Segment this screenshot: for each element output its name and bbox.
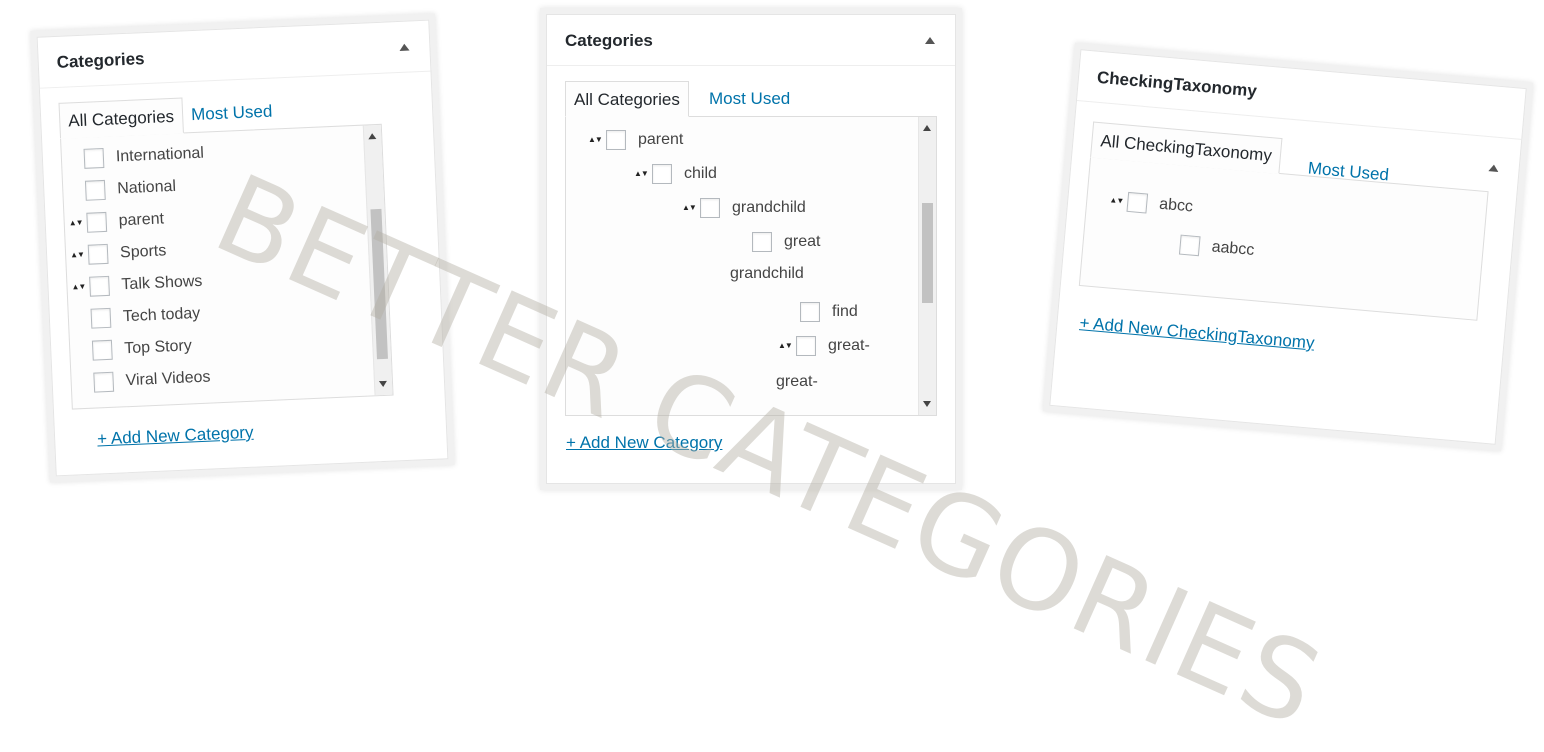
middle-categories-card: Categories All Categories Most Used ▲▼ pa… bbox=[540, 8, 962, 490]
checkbox[interactable] bbox=[93, 371, 115, 393]
list-item: aabcc bbox=[1178, 232, 1256, 264]
list-item: Top Story bbox=[91, 333, 193, 363]
add-new-category-link[interactable]: + Add New Category bbox=[566, 433, 722, 453]
taxonomy-checklist: ▲▼ abcc aabcc bbox=[1078, 156, 1489, 321]
checkbox[interactable] bbox=[86, 211, 108, 233]
item-label: abcc bbox=[1158, 195, 1194, 216]
tab-all-categories[interactable]: All Categories bbox=[565, 81, 689, 117]
checkbox[interactable] bbox=[752, 232, 772, 252]
list-item: National bbox=[84, 174, 177, 204]
expand-arrows-icon[interactable]: ▲▼ bbox=[70, 250, 88, 260]
item-label: great- bbox=[828, 337, 870, 354]
list-item: ▲▼ abcc bbox=[1108, 187, 1194, 220]
collapse-toggle-icon[interactable] bbox=[1488, 164, 1499, 173]
categories-metabox: Categories All Categories Most Used ▲▼ pa… bbox=[546, 14, 956, 484]
expand-arrows-icon[interactable]: ▲▼ bbox=[69, 218, 87, 228]
scrollbar-thumb[interactable] bbox=[922, 203, 933, 303]
category-checklist: International National ▲▼ parent ▲▼ Sports… bbox=[60, 123, 394, 410]
list-item-continued: great- bbox=[776, 369, 818, 395]
add-new-taxonomy-link[interactable]: + Add New CheckingTaxonomy bbox=[1079, 313, 1316, 353]
metabox-header: Categories bbox=[37, 20, 431, 89]
list-item: ▲▼ Talk Shows bbox=[71, 269, 203, 301]
scroll-up-icon[interactable] bbox=[368, 133, 377, 140]
tab-all-categories[interactable]: All Categories bbox=[58, 97, 184, 139]
checkbox[interactable] bbox=[1126, 191, 1149, 214]
checkbox[interactable] bbox=[800, 302, 820, 322]
checkbox[interactable] bbox=[83, 147, 105, 169]
categories-metabox: Categories All Categories Most Used Inte… bbox=[36, 19, 449, 477]
scrollbar[interactable] bbox=[918, 117, 936, 415]
item-label: National bbox=[116, 177, 177, 198]
tab-most-used[interactable]: Most Used bbox=[178, 93, 285, 134]
item-label: great- bbox=[776, 373, 818, 390]
item-label: Tech today bbox=[122, 304, 201, 326]
category-tabs: All Categories Most Used bbox=[58, 97, 273, 139]
item-label: Talk Shows bbox=[121, 272, 203, 294]
checkbox[interactable] bbox=[700, 198, 720, 218]
item-label: great bbox=[784, 233, 821, 250]
metabox-header: Categories bbox=[547, 15, 955, 66]
item-label: grandchild bbox=[730, 265, 804, 282]
list-item: find bbox=[800, 299, 858, 325]
item-label: parent bbox=[638, 131, 684, 148]
item-label: Viral Videos bbox=[125, 368, 211, 390]
expand-arrows-icon[interactable]: ▲▼ bbox=[778, 342, 796, 350]
item-label: aabcc bbox=[1210, 238, 1256, 260]
item-label: grandchild bbox=[732, 199, 806, 216]
list-item: International bbox=[83, 141, 204, 172]
list-item: ▲▼ grandchild bbox=[682, 195, 806, 221]
list-item: ▲▼ great- bbox=[778, 333, 870, 359]
add-new-category-link[interactable]: + Add New Category bbox=[97, 423, 254, 450]
right-taxonomy-card: CheckingTaxonomy All CheckingTaxonomy Mo… bbox=[1042, 42, 1534, 452]
expand-arrows-icon[interactable]: ▲▼ bbox=[634, 170, 652, 178]
metabox-title: Categories bbox=[565, 31, 653, 50]
scrollbar[interactable] bbox=[362, 124, 393, 396]
item-label: Top Story bbox=[123, 337, 193, 358]
item-label: parent bbox=[118, 210, 165, 230]
list-item: ▲▼ child bbox=[634, 161, 717, 187]
expand-arrows-icon[interactable]: ▲▼ bbox=[682, 204, 700, 212]
list-item-continued: grandchild bbox=[730, 261, 804, 287]
checkbox[interactable] bbox=[652, 164, 672, 184]
left-categories-card: Categories All Categories Most Used Inte… bbox=[30, 13, 455, 483]
scrollbar-thumb[interactable] bbox=[370, 208, 388, 360]
list-item: ▲▼ parent bbox=[588, 127, 683, 153]
item-label: Sports bbox=[119, 242, 167, 262]
scroll-down-icon[interactable] bbox=[923, 401, 931, 407]
list-item: Viral Videos bbox=[93, 365, 211, 396]
checkbox[interactable] bbox=[89, 275, 110, 297]
taxonomy-tabs: All CheckingTaxonomy Most Used bbox=[1090, 121, 1390, 184]
item-label: find bbox=[832, 303, 858, 320]
collapse-toggle-icon[interactable] bbox=[925, 37, 935, 44]
expand-arrows-icon[interactable]: ▲▼ bbox=[71, 282, 89, 292]
tab-most-used[interactable]: Most Used bbox=[697, 81, 802, 117]
checkbox[interactable] bbox=[91, 339, 113, 361]
checkbox[interactable] bbox=[84, 179, 106, 201]
checkbox[interactable] bbox=[606, 130, 626, 150]
list-item: ▲▼ Sports bbox=[70, 238, 167, 268]
checkbox[interactable] bbox=[1178, 234, 1201, 257]
taxonomy-metabox: CheckingTaxonomy All CheckingTaxonomy Mo… bbox=[1049, 49, 1527, 445]
category-checklist: ▲▼ parent ▲▼ child ▲▼ grandchild great gran… bbox=[565, 116, 937, 416]
checkbox[interactable] bbox=[90, 307, 112, 329]
scroll-down-icon[interactable] bbox=[378, 380, 388, 388]
expand-arrows-icon[interactable]: ▲▼ bbox=[1109, 195, 1128, 206]
list-item: Tech today bbox=[90, 301, 201, 332]
collapse-toggle-icon[interactable] bbox=[399, 43, 410, 51]
item-label: International bbox=[115, 144, 205, 166]
checkbox[interactable] bbox=[796, 336, 816, 356]
list-item: great bbox=[752, 229, 820, 255]
metabox-title: Categories bbox=[56, 49, 145, 72]
metabox-title: CheckingTaxonomy bbox=[1096, 67, 1258, 101]
expand-arrows-icon[interactable]: ▲▼ bbox=[588, 136, 606, 144]
scroll-up-icon[interactable] bbox=[923, 125, 931, 131]
list-item: ▲▼ parent bbox=[68, 206, 164, 236]
checkbox[interactable] bbox=[87, 243, 109, 265]
item-label: child bbox=[684, 165, 717, 182]
